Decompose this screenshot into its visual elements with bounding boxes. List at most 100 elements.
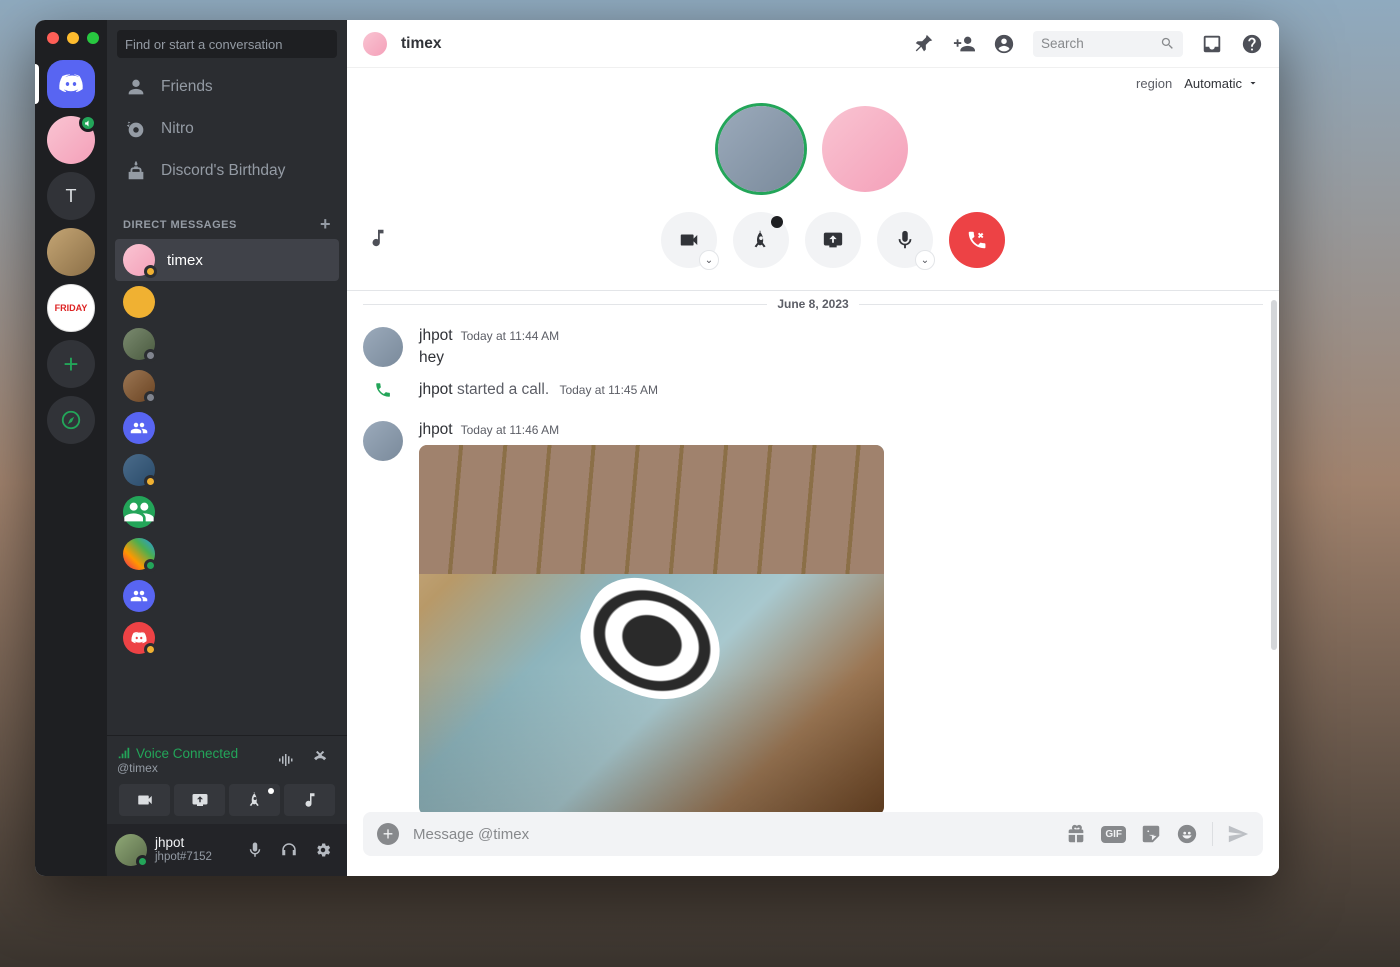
- hangup-button[interactable]: [949, 212, 1005, 268]
- inbox-button[interactable]: [1201, 33, 1223, 55]
- channel-title: timex: [401, 35, 899, 53]
- sticker-icon: [1140, 823, 1162, 845]
- rocket-icon: [750, 229, 772, 251]
- friends-icon: [125, 76, 147, 98]
- dm-item[interactable]: [115, 323, 339, 365]
- message-author[interactable]: jhpot: [419, 421, 453, 439]
- status-offline-icon: [144, 349, 157, 362]
- server-item[interactable]: [47, 228, 95, 276]
- send-icon: [1227, 823, 1249, 845]
- status-idle-icon: [144, 643, 157, 656]
- minimize-window-button[interactable]: [67, 32, 79, 44]
- message-author[interactable]: jhpot: [419, 381, 453, 398]
- avatar: [123, 286, 155, 318]
- settings-button[interactable]: [307, 834, 339, 866]
- headphones-icon: [280, 841, 298, 859]
- quick-switcher[interactable]: Find or start a conversation: [117, 30, 337, 58]
- soundboard-button[interactable]: [284, 784, 335, 816]
- nitro-icon: [125, 118, 147, 140]
- mic-options-dropdown[interactable]: ⌄: [915, 250, 935, 270]
- disconnect-button[interactable]: [305, 744, 337, 776]
- dm-item[interactable]: [115, 491, 339, 533]
- send-button[interactable]: [1227, 823, 1249, 845]
- friends-tab[interactable]: Friends: [115, 66, 339, 108]
- call-participant[interactable]: [718, 106, 804, 192]
- create-dm-button[interactable]: +: [320, 214, 331, 235]
- nitro-tab[interactable]: Nitro: [115, 108, 339, 150]
- video-options-dropdown[interactable]: ⌄: [699, 250, 719, 270]
- message: jhpot Today at 11:44 AM hey: [363, 323, 1263, 373]
- attach-button[interactable]: +: [377, 823, 399, 845]
- message-input[interactable]: Message @timex: [413, 826, 1051, 843]
- status-offline-icon: [144, 391, 157, 404]
- avatar: [123, 370, 155, 402]
- server-item[interactable]: [47, 116, 95, 164]
- status-idle-icon: [144, 265, 157, 278]
- phone-hangup-icon: [312, 751, 330, 769]
- add-server-button[interactable]: +: [47, 340, 95, 388]
- emoji-button[interactable]: [1176, 823, 1198, 845]
- add-user-icon: [953, 33, 975, 55]
- gift-button[interactable]: [1065, 823, 1087, 845]
- activity-call-button[interactable]: [733, 212, 789, 268]
- server-item[interactable]: FRIDAY: [47, 284, 95, 332]
- microphone-icon: [894, 229, 916, 251]
- scrollbar-thumb[interactable]: [1271, 300, 1277, 650]
- server-item[interactable]: T: [47, 172, 95, 220]
- gif-button[interactable]: GIF: [1101, 826, 1126, 843]
- voice-channel-name[interactable]: @timex: [117, 761, 238, 775]
- signal-icon: [117, 746, 131, 760]
- channel-header: timex Search: [347, 20, 1279, 68]
- explore-servers-button[interactable]: [47, 396, 95, 444]
- maximize-window-button[interactable]: [87, 32, 99, 44]
- image-attachment[interactable]: [419, 445, 884, 812]
- add-friends-button[interactable]: [953, 33, 975, 55]
- voice-connection-status[interactable]: Voice Connected: [117, 746, 238, 761]
- region-dropdown[interactable]: Automatic: [1184, 76, 1259, 91]
- notification-dot: [268, 788, 274, 794]
- mute-call-button[interactable]: ⌄: [877, 212, 933, 268]
- search-input[interactable]: Search: [1033, 31, 1183, 57]
- message-list[interactable]: June 8, 2023 jhpot Today at 11:44 AM hey…: [347, 291, 1279, 812]
- dm-item-timex[interactable]: timex: [115, 239, 339, 281]
- dm-item[interactable]: [115, 281, 339, 323]
- system-message-text: jhpot started a call. Today at 11:45 AM: [419, 381, 658, 399]
- screen-share-button[interactable]: [174, 784, 225, 816]
- dm-item[interactable]: [115, 407, 339, 449]
- dm-item[interactable]: [115, 617, 339, 659]
- inbox-icon: [1201, 33, 1223, 55]
- home-button[interactable]: [47, 60, 95, 108]
- close-window-button[interactable]: [47, 32, 59, 44]
- avatar: [123, 328, 155, 360]
- video-call-button[interactable]: ⌄: [661, 212, 717, 268]
- birthday-icon: [125, 160, 147, 182]
- screen-share-call-button[interactable]: [805, 212, 861, 268]
- dm-item[interactable]: [115, 365, 339, 407]
- message-avatar[interactable]: [363, 327, 403, 367]
- user-avatar[interactable]: [115, 834, 147, 866]
- dm-item[interactable]: [115, 449, 339, 491]
- birthday-tab[interactable]: Discord's Birthday: [115, 150, 339, 192]
- gear-icon: [314, 841, 332, 859]
- divider: [1212, 822, 1213, 846]
- window-controls: [47, 28, 99, 52]
- message-author[interactable]: jhpot: [419, 327, 453, 345]
- dm-item[interactable]: [115, 533, 339, 575]
- message-avatar[interactable]: [363, 421, 403, 461]
- activity-button[interactable]: [229, 784, 280, 816]
- video-button[interactable]: [119, 784, 170, 816]
- call-participant[interactable]: [822, 106, 908, 192]
- message-timestamp: Today at 11:46 AM: [461, 423, 560, 437]
- soundboard-toggle[interactable]: [367, 227, 389, 254]
- dm-item[interactable]: [115, 575, 339, 617]
- pinned-messages-button[interactable]: [913, 33, 935, 55]
- deafen-button[interactable]: [273, 834, 305, 866]
- user-info[interactable]: jhpot jhpot#7152: [155, 835, 231, 865]
- sticker-button[interactable]: [1140, 823, 1162, 845]
- nav-label: Friends: [161, 78, 213, 96]
- screen-share-icon: [822, 229, 844, 251]
- user-profile-button[interactable]: [993, 33, 1015, 55]
- help-button[interactable]: [1241, 33, 1263, 55]
- noise-suppression-button[interactable]: [269, 744, 301, 776]
- mute-button[interactable]: [239, 834, 271, 866]
